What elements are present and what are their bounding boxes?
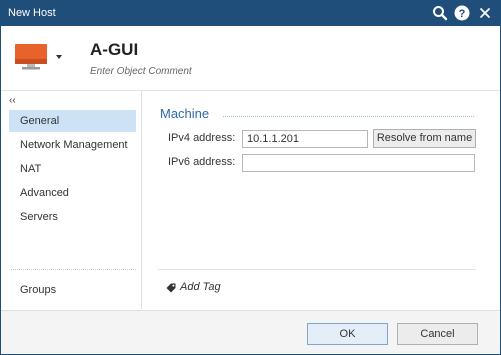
sidebar: ‹‹ General Network Management NAT Advanc… bbox=[1, 91, 142, 309]
object-comment-field[interactable]: Enter Object Comment bbox=[90, 66, 192, 77]
sidebar-item-advanced[interactable]: Advanced bbox=[9, 182, 136, 204]
object-header: A-GUI Enter Object Comment bbox=[1, 26, 500, 91]
close-icon[interactable] bbox=[476, 4, 494, 22]
help-icon[interactable]: ? bbox=[453, 4, 471, 22]
svg-text:?: ? bbox=[459, 8, 466, 20]
tags-divider bbox=[158, 269, 476, 270]
sidebar-item-network-management[interactable]: Network Management bbox=[9, 134, 136, 156]
tag-icon bbox=[166, 283, 176, 293]
new-host-dialog: New Host ? A-GUI Enter Object Comment ‹‹… bbox=[0, 0, 501, 355]
cancel-button[interactable]: Cancel bbox=[397, 323, 478, 345]
sidebar-divider bbox=[11, 269, 136, 270]
collapse-sidebar-button[interactable]: ‹‹ bbox=[9, 95, 16, 106]
ipv4-label: IPv4 address: bbox=[168, 132, 236, 144]
window-title: New Host bbox=[8, 7, 56, 19]
section-divider bbox=[223, 116, 474, 117]
ipv4-address-input[interactable] bbox=[242, 130, 368, 148]
sidebar-item-nat[interactable]: NAT bbox=[9, 158, 136, 180]
sidebar-item-general[interactable]: General bbox=[9, 110, 136, 132]
general-panel: Machine IPv4 address: Resolve from name … bbox=[142, 91, 500, 309]
sidebar-item-servers[interactable]: Servers bbox=[9, 206, 136, 228]
add-tag-label: Add Tag bbox=[180, 281, 221, 293]
object-name[interactable]: A-GUI bbox=[90, 40, 138, 60]
resolve-from-name-button[interactable]: Resolve from name bbox=[373, 129, 476, 148]
dialog-footer: OK Cancel bbox=[1, 310, 500, 354]
ipv6-address-input[interactable] bbox=[242, 154, 475, 172]
host-icon[interactable] bbox=[14, 42, 48, 72]
title-bar: New Host ? bbox=[1, 1, 500, 26]
chevron-down-icon[interactable] bbox=[55, 54, 63, 60]
ipv6-label: IPv6 address: bbox=[168, 156, 236, 168]
search-icon[interactable] bbox=[431, 4, 449, 22]
sidebar-item-groups[interactable]: Groups bbox=[9, 279, 136, 301]
ok-button[interactable]: OK bbox=[307, 323, 388, 345]
section-title-machine: Machine bbox=[160, 106, 210, 121]
